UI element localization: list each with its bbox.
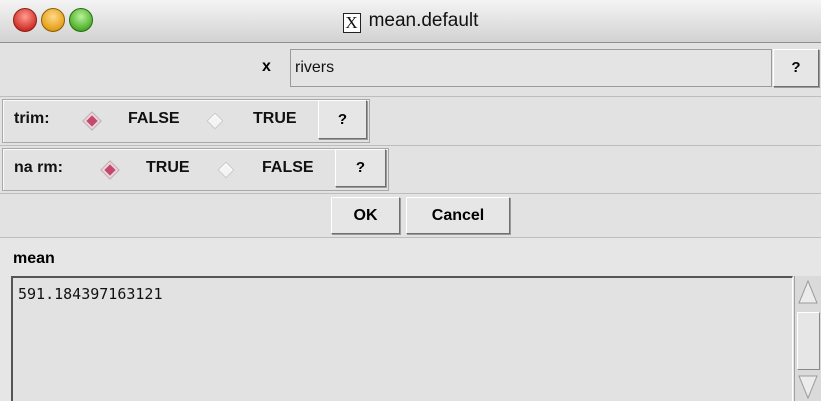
trim-label: trim:	[14, 110, 50, 127]
action-button-row: OK Cancel	[0, 194, 821, 238]
result-label: mean	[13, 250, 55, 267]
x-help-button[interactable]: ?	[773, 49, 819, 87]
x-argument-row: x rivers ?	[0, 43, 821, 97]
title-bar[interactable]: Xmean.default	[0, 0, 821, 43]
scroll-thumb[interactable]	[797, 312, 820, 370]
trim-group-frame	[2, 99, 370, 143]
na-rm-true-label[interactable]: TRUE	[146, 159, 190, 177]
trim-true-label[interactable]: TRUE	[253, 110, 297, 128]
window-title-group: Xmean.default	[0, 10, 821, 33]
result-output[interactable]: 591.184397163121	[11, 276, 793, 401]
result-scrollbar[interactable]	[794, 276, 821, 401]
na-rm-row: na rm: TRUE FALSE ?	[0, 146, 821, 194]
na-rm-help-button[interactable]: ?	[335, 149, 386, 187]
trim-false-label[interactable]: FALSE	[128, 110, 180, 128]
x11-icon: X	[342, 13, 361, 33]
window-title: mean.default	[368, 10, 479, 31]
cancel-button[interactable]: Cancel	[406, 197, 510, 234]
ok-button[interactable]: OK	[331, 197, 400, 234]
na-rm-false-label[interactable]: FALSE	[262, 159, 314, 177]
dialog-window: Xmean.default x rivers ? trim: FALSE TRU…	[0, 0, 821, 401]
trim-help-button[interactable]: ?	[318, 100, 367, 139]
scroll-down-arrow-icon[interactable]	[797, 373, 819, 401]
scroll-up-arrow-icon[interactable]	[797, 278, 819, 306]
trim-row: trim: FALSE TRUE ?	[0, 97, 821, 146]
x-argument-label: x	[262, 58, 271, 75]
x-argument-input[interactable]: rivers	[290, 49, 772, 87]
na-rm-label: na rm:	[14, 159, 63, 176]
